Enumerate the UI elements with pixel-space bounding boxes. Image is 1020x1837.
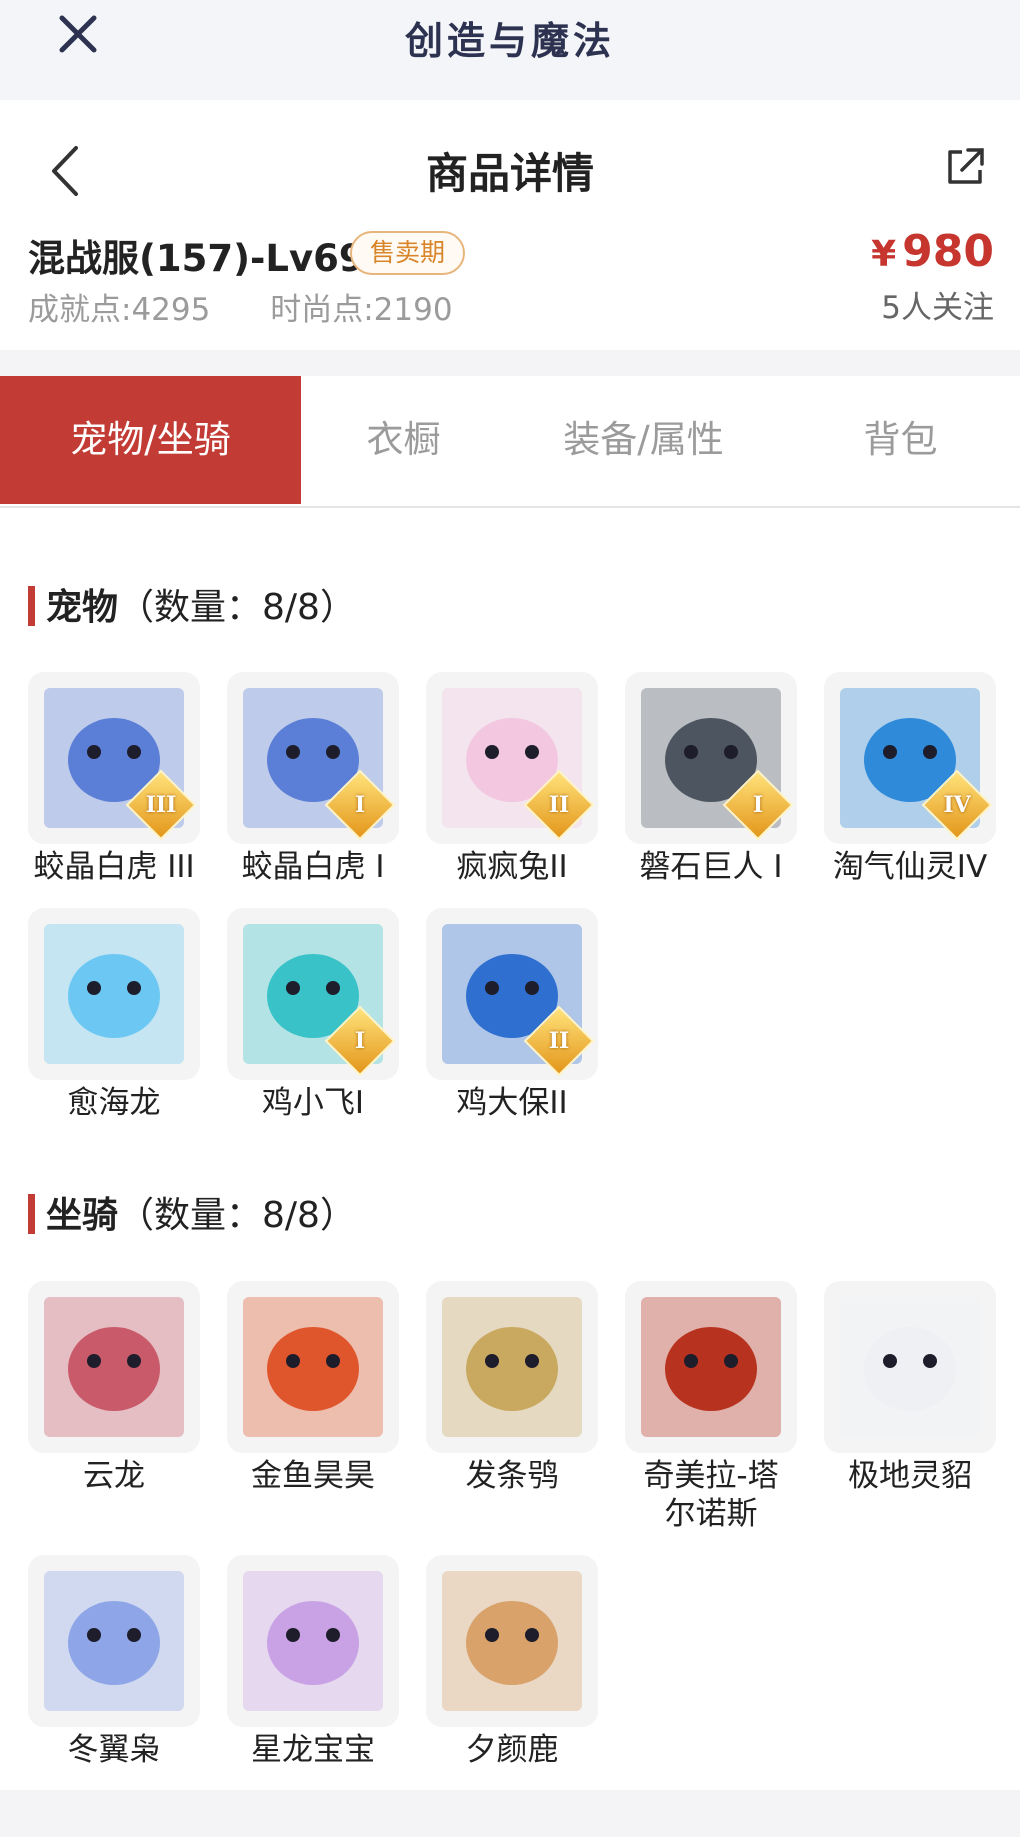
pet-thumbnail[interactable]: II (426, 908, 598, 1080)
pet-item[interactable]: II 疯疯兔II (426, 672, 598, 886)
mount-name: 云龙 (83, 1458, 145, 1494)
pet-item[interactable]: 愈海龙 (28, 908, 200, 1122)
pet-thumbnail[interactable]: IV (824, 672, 996, 844)
mount-thumbnail[interactable] (426, 1555, 598, 1727)
level-badge: III (145, 792, 177, 818)
tab-pets-mounts[interactable]: 宠物/坐骑 (0, 376, 301, 504)
pet-item[interactable]: III 蛟晶白虎 III (28, 672, 200, 886)
goldfish-icon (243, 1297, 383, 1437)
app-bar: 创造与魔法 (0, 0, 1020, 100)
achievement-points: 成就点:4295 (28, 292, 211, 328)
pet-thumbnail[interactable]: II (426, 672, 598, 844)
mount-name: 夕颜鹿 (465, 1732, 559, 1768)
level-badge: II (548, 792, 570, 818)
share-icon[interactable] (944, 146, 986, 188)
mount-item[interactable]: 极地灵貂 (824, 1281, 996, 1495)
mount-name: 金鱼昊昊 (251, 1458, 375, 1494)
mount-item[interactable]: 金鱼昊昊 (227, 1281, 399, 1495)
pet-item[interactable]: II 鸡大保II (426, 908, 598, 1122)
polar-ferret-icon (840, 1297, 980, 1437)
mount-name: 冬翼枭 (67, 1732, 161, 1768)
pets-grid: III 蛟晶白虎 III I 蛟晶白虎 I II 疯疯兔II I 磐石巨人 I IV 淘气仙灵IV… (28, 672, 1000, 1121)
mount-name: 奇美拉-塔尔诺斯 (643, 1458, 779, 1532)
level-badge: I (752, 792, 764, 818)
mount-item[interactable]: 星龙宝宝 (227, 1555, 399, 1769)
level-badge: II (548, 1028, 570, 1054)
mount-name: 发条鸮 (465, 1458, 559, 1494)
pet-item[interactable]: IV 淘气仙灵IV (824, 672, 996, 886)
pet-name: 愈海龙 (67, 1085, 161, 1121)
product-header: 商品详情 混战服(157)-Lv69 售卖期 成就点:4295 时尚点:2190… (0, 100, 1020, 350)
mount-item[interactable]: 发条鸮 (426, 1281, 598, 1495)
level-badge: I (354, 792, 366, 818)
fashion-points: 时尚点:2190 (270, 292, 453, 328)
price-value: 980 (902, 226, 994, 277)
mount-thumbnail[interactable] (28, 1281, 200, 1453)
mount-item[interactable]: 奇美拉-塔尔诺斯 (625, 1281, 797, 1533)
pet-name: 疯疯兔II (456, 849, 568, 885)
pet-name: 鸡大保II (456, 1085, 568, 1121)
mount-name: 极地灵貂 (848, 1458, 972, 1494)
mounts-count: （数量：8/8） (118, 1195, 356, 1236)
mount-thumbnail[interactable] (824, 1281, 996, 1453)
pet-name: 蛟晶白虎 I (241, 849, 385, 885)
pet-item[interactable]: I 蛟晶白虎 I (227, 672, 399, 886)
mount-thumbnail[interactable] (227, 1555, 399, 1727)
clockwork-owl-icon (442, 1297, 582, 1437)
deer-icon (442, 1571, 582, 1711)
sea-dragon-icon (44, 924, 184, 1064)
tab-backpack[interactable]: 背包 (781, 376, 1020, 504)
app-title: 创造与魔法 (404, 18, 615, 63)
mount-thumbnail[interactable] (28, 1555, 200, 1727)
pets-title: 宠物 (46, 587, 119, 628)
account-stats: 成就点:4295 时尚点:2190 (28, 284, 503, 329)
mount-item[interactable]: 夕颜鹿 (426, 1555, 598, 1769)
follower-count: 5人关注 (881, 290, 994, 326)
page-title: 商品详情 (425, 149, 594, 198)
pet-item[interactable]: I 磐石巨人 I (625, 672, 797, 886)
pet-thumbnail[interactable] (28, 908, 200, 1080)
pet-thumbnail[interactable]: III (28, 672, 200, 844)
mount-item[interactable]: 云龙 (28, 1281, 200, 1495)
cloud-dragon-icon (44, 1297, 184, 1437)
pets-section-title: 宠物（数量：8/8） (28, 578, 356, 630)
price-currency: ¥ (871, 234, 897, 275)
mount-name: 星龙宝宝 (251, 1732, 375, 1768)
status-badge: 售卖期 (350, 231, 466, 275)
tab-bar: 宠物/坐骑 衣橱 装备/属性 背包 (0, 376, 1020, 508)
pet-name: 淘气仙灵IV (832, 849, 988, 885)
bottom-bar (0, 1790, 1020, 1837)
server-name: 混战服(157)-Lv69 (28, 237, 365, 280)
mounts-grid: 云龙 金鱼昊昊 发条鸮 奇美拉-塔尔诺斯 极地灵貂冬翼枭 星龙宝宝 夕颜鹿 (28, 1281, 1000, 1781)
level-badge: I (354, 1028, 366, 1054)
price: ¥980 (871, 226, 994, 277)
level-badge: IV (943, 792, 971, 818)
pet-name: 鸡小飞I (261, 1085, 365, 1121)
pet-thumbnail[interactable]: I (227, 672, 399, 844)
winter-owl-icon (44, 1571, 184, 1711)
chimera-icon (641, 1297, 781, 1437)
mount-thumbnail[interactable] (227, 1281, 399, 1453)
pet-thumbnail[interactable]: I (625, 672, 797, 844)
mount-item[interactable]: 冬翼枭 (28, 1555, 200, 1769)
mounts-title: 坐骑 (46, 1195, 119, 1236)
pets-count: （数量：8/8） (118, 587, 356, 628)
mount-thumbnail[interactable] (426, 1281, 598, 1453)
mounts-section-title: 坐骑（数量：8/8） (28, 1186, 356, 1238)
pet-name: 磐石巨人 I (639, 849, 783, 885)
mount-thumbnail[interactable] (625, 1281, 797, 1453)
divider (0, 350, 1020, 376)
tab-equipment[interactable]: 装备/属性 (506, 376, 781, 504)
star-dragon-icon (243, 1571, 383, 1711)
tab-wardrobe[interactable]: 衣橱 (301, 376, 506, 504)
pet-item[interactable]: I 鸡小飞I (227, 908, 399, 1122)
pet-name: 蛟晶白虎 III (33, 849, 195, 885)
pet-thumbnail[interactable]: I (227, 908, 399, 1080)
